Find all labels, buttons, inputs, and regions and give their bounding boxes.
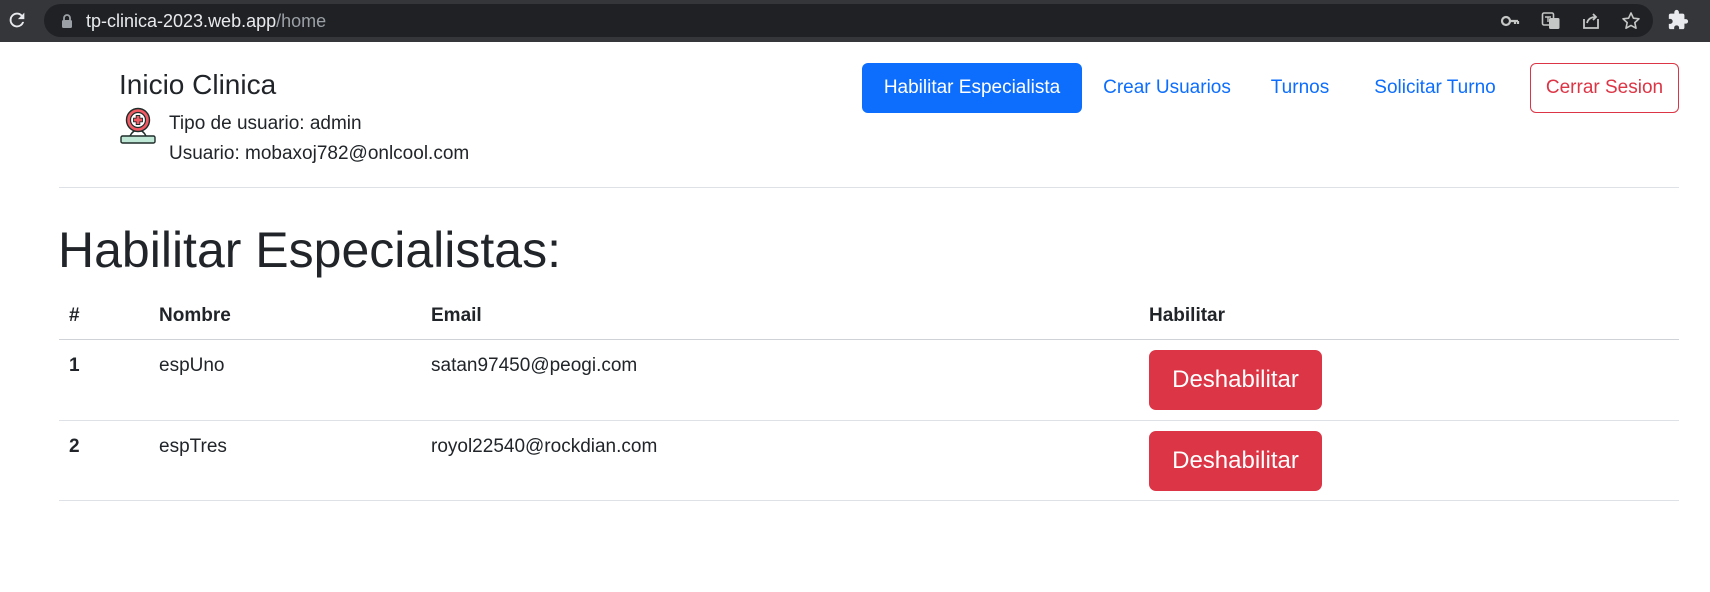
row-nombre: espTres: [159, 436, 227, 457]
key-icon[interactable]: [1500, 11, 1520, 31]
row-nombre: espUno: [159, 355, 225, 376]
user-type-label: Tipo de usuario: admin: [169, 113, 362, 134]
url-text[interactable]: tp-clinica-2023.web.app/home: [86, 11, 326, 31]
brand-title: Inicio Clinica: [119, 69, 277, 100]
table-header-divider: [59, 339, 1679, 340]
cerrar-sesion-button[interactable]: Cerrar Sesion: [1530, 63, 1679, 113]
column-header-nombre: Nombre: [159, 305, 231, 326]
star-icon[interactable]: [1621, 11, 1641, 31]
deshabilitar-button[interactable]: Deshabilitar: [1149, 350, 1322, 410]
column-header-email: Email: [431, 305, 482, 326]
share-icon[interactable]: [1581, 11, 1601, 31]
reload-icon[interactable]: [6, 9, 28, 31]
url-host: tp-clinica-2023.web.app: [86, 11, 277, 31]
habilitar-especialista-button[interactable]: Habilitar Especialista: [862, 63, 1082, 113]
lock-icon[interactable]: [60, 13, 74, 29]
address-bar[interactable]: tp-clinica-2023.web.app/home: [44, 4, 1653, 37]
header-divider: [59, 187, 1679, 188]
translate-icon[interactable]: [1541, 11, 1561, 31]
turnos-link[interactable]: Turnos: [1262, 63, 1338, 113]
page-title: Habilitar Especialistas:: [58, 222, 561, 278]
solicitar-turno-link[interactable]: Solicitar Turno: [1365, 63, 1505, 113]
browser-toolbar: tp-clinica-2023.web.app/home: [0, 0, 1710, 42]
crear-usuarios-link[interactable]: Crear Usuarios: [1098, 63, 1236, 113]
medical-avatar-icon: [120, 107, 156, 144]
row-number: 1: [69, 355, 80, 376]
column-header-habilitar: Habilitar: [1149, 305, 1226, 326]
column-header-number: #: [69, 305, 80, 326]
extensions-icon[interactable]: [1667, 9, 1689, 31]
row-divider: [59, 420, 1679, 421]
url-path: /home: [276, 11, 327, 31]
row-email: satan97450@peogi.com: [431, 355, 638, 376]
row-divider: [59, 500, 1679, 501]
user-email-label: Usuario: mobaxoj782@onlcool.com: [169, 143, 470, 164]
deshabilitar-button[interactable]: Deshabilitar: [1149, 431, 1322, 491]
row-email: royol22540@rockdian.com: [431, 436, 658, 457]
row-number: 2: [69, 436, 80, 457]
